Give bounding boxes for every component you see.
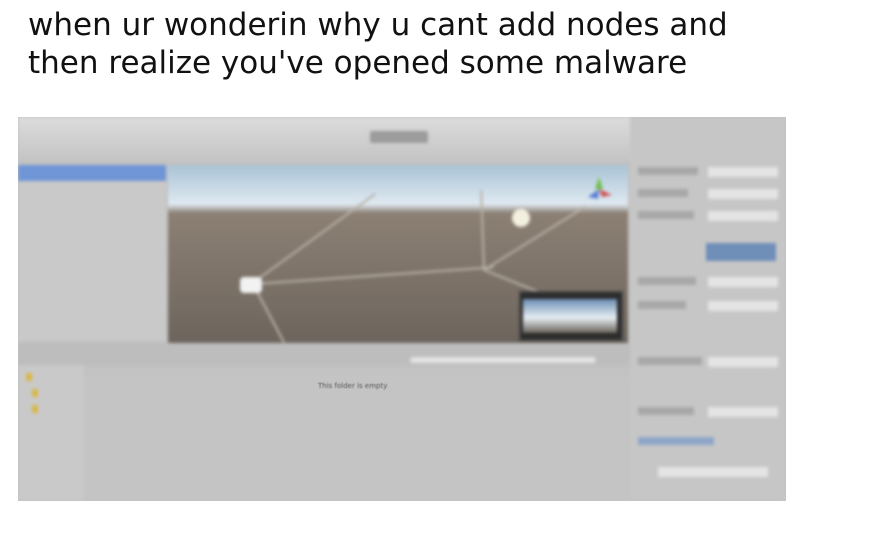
inspector-field xyxy=(708,357,778,367)
play-controls xyxy=(370,131,428,143)
folder-icon xyxy=(26,373,32,381)
project-files-area xyxy=(84,375,630,501)
inspector-label xyxy=(638,167,698,175)
hierarchy-selected-row xyxy=(18,165,166,181)
folder-icon xyxy=(32,389,38,397)
inspector-label xyxy=(638,407,694,415)
camera-icon xyxy=(240,277,262,293)
inspector-label xyxy=(638,357,702,365)
folder-icon xyxy=(32,405,38,413)
inspector-field xyxy=(708,407,778,417)
zoom-slider xyxy=(410,357,596,363)
orientation-gizmo-icon xyxy=(588,177,612,199)
inspector-label xyxy=(638,301,686,309)
inspector-field xyxy=(708,277,778,287)
inspector-selected-field xyxy=(706,243,776,261)
meme-caption: when ur wonderin why u cant add nodes an… xyxy=(28,6,848,82)
blurred-editor-screenshot: This folder is empty xyxy=(18,117,786,501)
hierarchy-panel xyxy=(18,165,166,341)
inspector-field xyxy=(708,189,778,199)
inspector-field xyxy=(708,167,778,177)
inspector-label xyxy=(638,189,688,197)
inspector-field xyxy=(708,211,778,221)
editor-window xyxy=(18,117,786,501)
empty-folder-message: This folder is empty xyxy=(318,382,388,390)
inspector-label xyxy=(638,211,694,219)
inspector-label xyxy=(638,277,696,285)
light-icon xyxy=(512,209,530,227)
inspector-field xyxy=(658,467,768,477)
camera-preview-image xyxy=(523,299,617,333)
inspector-label xyxy=(638,437,714,445)
project-folder-tree xyxy=(18,365,84,501)
inspector-field xyxy=(708,301,778,311)
caption-line-1: when ur wonderin why u cant add nodes an… xyxy=(28,7,728,43)
caption-line-2: then realize you've opened some malware xyxy=(28,45,688,81)
